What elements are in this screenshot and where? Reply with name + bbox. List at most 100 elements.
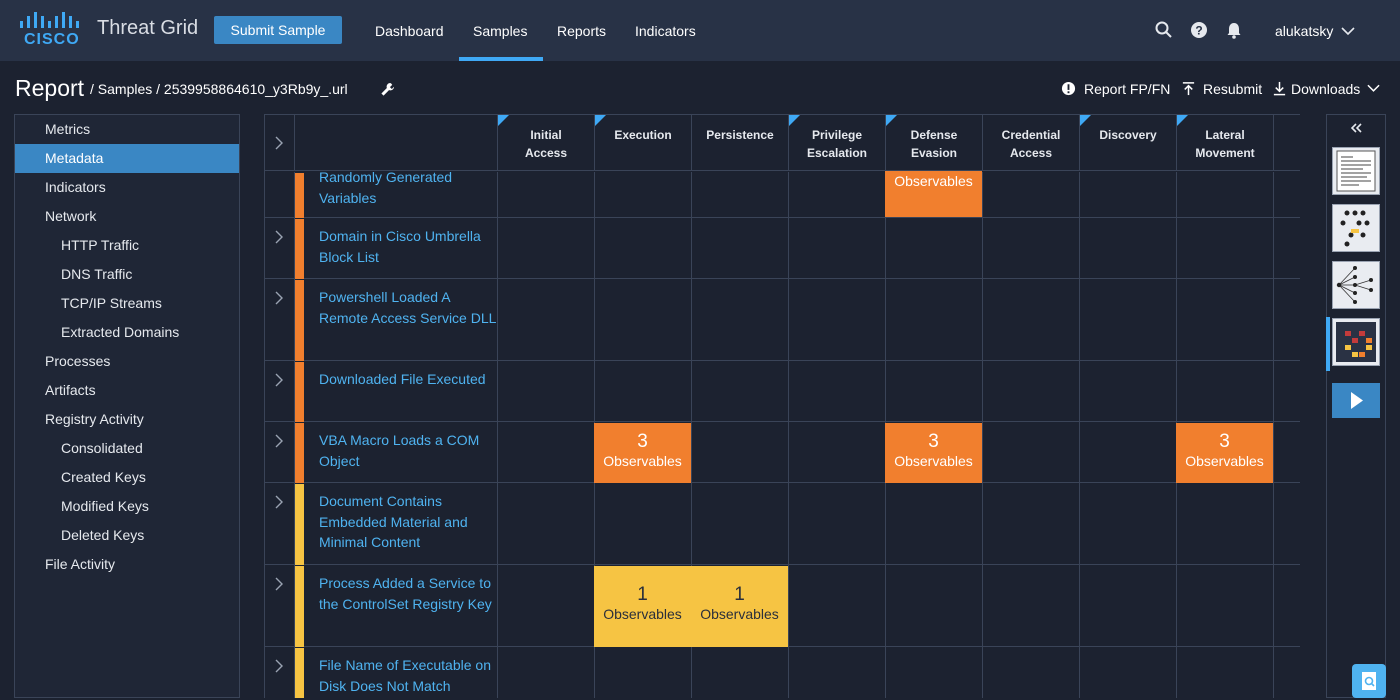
sidebar-item-dns-traffic[interactable]: DNS Traffic bbox=[15, 260, 239, 289]
video-thumbnail[interactable] bbox=[1332, 383, 1380, 418]
chevron-right-icon[interactable] bbox=[274, 577, 284, 591]
submit-sample-button[interactable]: Submit Sample bbox=[214, 16, 342, 44]
matrix-thumbnail[interactable] bbox=[1332, 318, 1380, 366]
column-header-credential-access[interactable]: Credential Access bbox=[983, 115, 1080, 171]
downloads-menu[interactable]: Downloads bbox=[1291, 81, 1360, 97]
observables-cell[interactable]: 3 Observables bbox=[885, 423, 982, 483]
column-header-privilege-escalation[interactable]: Privilege Escalation bbox=[789, 115, 886, 171]
sidebar-item-tcp-ip-streams[interactable]: TCP/IP Streams bbox=[15, 289, 239, 318]
search-report-button[interactable] bbox=[1352, 664, 1386, 698]
nav-samples[interactable]: Samples bbox=[473, 23, 527, 39]
sidebar-item-network[interactable]: Network bbox=[15, 202, 239, 231]
chevron-down-icon[interactable] bbox=[1367, 83, 1380, 93]
indicator-link[interactable]: Document Contains Embedded Material and … bbox=[319, 491, 497, 553]
column-header-defense-evasion[interactable]: Defense Evasion bbox=[886, 115, 983, 171]
attack-matrix: Initial Access Execution Persistence Privile… bbox=[265, 114, 1300, 698]
process-tree-thumbnail[interactable] bbox=[1332, 261, 1380, 309]
column-flag-icon bbox=[498, 115, 509, 126]
observables-cell[interactable]: 1 Observables bbox=[691, 566, 788, 647]
user-menu[interactable]: alukatsky bbox=[1275, 23, 1333, 39]
sidebar-item-processes[interactable]: Processes bbox=[15, 347, 239, 376]
timeline-icon bbox=[1340, 210, 1370, 247]
sidebar-gutter bbox=[240, 114, 265, 698]
column-header-sublabel: Access bbox=[1009, 146, 1053, 160]
indicator-link[interactable]: VBA Macro Loads a COM Object bbox=[319, 430, 497, 471]
column-header-discovery[interactable]: Discovery bbox=[1080, 115, 1177, 171]
sidebar-item-consolidated[interactable]: Consolidated bbox=[15, 434, 239, 463]
sidebar-item-artifacts[interactable]: Artifacts bbox=[15, 376, 239, 405]
observables-label: Observables bbox=[700, 606, 779, 622]
sidebar-item-modified-keys[interactable]: Modified Keys bbox=[15, 492, 239, 521]
indicator-link[interactable]: Randomly Generated Variables bbox=[319, 167, 497, 208]
column-header-label: Credential bbox=[1001, 128, 1061, 142]
column-header-persistence[interactable]: Persistence bbox=[692, 115, 789, 171]
sidebar-item-http-traffic[interactable]: HTTP Traffic bbox=[15, 231, 239, 260]
sidebar-item-indicators[interactable]: Indicators bbox=[15, 173, 239, 202]
severity-bar bbox=[295, 484, 304, 565]
column-header-sublabel: Escalation bbox=[806, 146, 868, 160]
download-icon[interactable] bbox=[1272, 81, 1287, 96]
play-icon bbox=[1351, 392, 1363, 409]
upload-icon[interactable] bbox=[1181, 81, 1196, 96]
notification-bell-icon[interactable] bbox=[1224, 20, 1244, 40]
column-header-c[interactable]: C bbox=[1274, 115, 1300, 171]
report-fp-fn-button[interactable]: Report FP/FN bbox=[1084, 81, 1170, 97]
column-flag-icon bbox=[595, 115, 606, 126]
observables-cell[interactable]: Observables bbox=[885, 171, 982, 217]
severity-bar bbox=[295, 219, 304, 279]
observables-cell[interactable]: 3 Observables bbox=[594, 423, 691, 483]
severity-bar bbox=[295, 362, 304, 422]
observables-cell[interactable]: 1 Observables bbox=[594, 566, 691, 647]
sidebar-item-created-keys[interactable]: Created Keys bbox=[15, 463, 239, 492]
chevron-right-icon[interactable] bbox=[274, 659, 284, 673]
chevron-right-icon[interactable] bbox=[274, 230, 284, 244]
chevron-right-icon[interactable] bbox=[274, 291, 284, 305]
severity-bar bbox=[295, 648, 304, 698]
sidebar-item-deleted-keys[interactable]: Deleted Keys bbox=[15, 521, 239, 550]
observables-count: 1 bbox=[637, 584, 648, 605]
column-header-sublabel: Movement bbox=[1195, 146, 1255, 160]
help-icon[interactable]: ? bbox=[1189, 20, 1209, 40]
nav-reports[interactable]: Reports bbox=[557, 23, 606, 39]
observables-cell[interactable]: 3 Observables bbox=[1176, 423, 1273, 483]
chevron-right-icon[interactable] bbox=[274, 136, 284, 150]
report-thumbnail[interactable] bbox=[1332, 147, 1380, 195]
nav-indicators[interactable]: Indicators bbox=[635, 23, 696, 39]
column-header-label: Defense bbox=[910, 128, 958, 142]
chevron-right-icon[interactable] bbox=[274, 434, 284, 448]
search-icon[interactable] bbox=[1154, 20, 1174, 40]
nav-dashboard[interactable]: Dashboard bbox=[375, 23, 444, 39]
severity-bar bbox=[295, 173, 304, 218]
sidebar-item-metadata[interactable]: Metadata bbox=[15, 144, 239, 173]
severity-bar bbox=[295, 280, 304, 361]
indicator-link[interactable]: Process Added a Service to the ControlSe… bbox=[319, 573, 497, 614]
column-header-execution[interactable]: Execution bbox=[595, 115, 692, 171]
observables-count: 1 bbox=[734, 584, 745, 605]
cisco-logo[interactable]: CISCO bbox=[18, 12, 80, 48]
observables-label: Observables bbox=[894, 453, 973, 469]
chevron-right-icon[interactable] bbox=[274, 373, 284, 387]
sidebar-item-registry-activity[interactable]: Registry Activity bbox=[15, 405, 239, 434]
sidebar-item-extracted-domains[interactable]: Extracted Domains bbox=[15, 318, 239, 347]
indicator-link[interactable]: Domain in Cisco Umbrella Block List bbox=[319, 226, 497, 267]
column-header-initial-access[interactable]: Initial Access bbox=[498, 115, 595, 171]
indicator-link[interactable]: File Name of Executable on Disk Does Not… bbox=[319, 655, 497, 696]
timeline-thumbnail[interactable] bbox=[1332, 204, 1380, 252]
indicator-link[interactable]: Powershell Loaded A Remote Access Servic… bbox=[319, 287, 497, 328]
alert-icon[interactable] bbox=[1061, 81, 1076, 96]
observables-label: Observables bbox=[894, 173, 973, 189]
sidebar-item-metrics[interactable]: Metrics bbox=[15, 115, 239, 144]
column-header-sublabel: Evasion bbox=[910, 146, 958, 160]
column-header-lateral-movement[interactable]: Lateral Movement bbox=[1177, 115, 1274, 171]
resubmit-button[interactable]: Resubmit bbox=[1203, 81, 1262, 97]
chevron-down-icon[interactable] bbox=[1341, 26, 1355, 36]
sidebar-item-file-activity[interactable]: File Activity bbox=[15, 550, 239, 579]
indicator-link[interactable]: Downloaded File Executed bbox=[319, 369, 497, 390]
observables-label: Observables bbox=[603, 606, 682, 622]
collapse-panel-icon[interactable] bbox=[1349, 121, 1363, 135]
chevron-right-icon[interactable] bbox=[274, 495, 284, 509]
header-indicator-cell bbox=[295, 115, 498, 171]
column-flag-icon bbox=[1080, 115, 1091, 126]
observables-label: Observables bbox=[1185, 453, 1264, 469]
wrench-icon[interactable] bbox=[380, 82, 395, 97]
